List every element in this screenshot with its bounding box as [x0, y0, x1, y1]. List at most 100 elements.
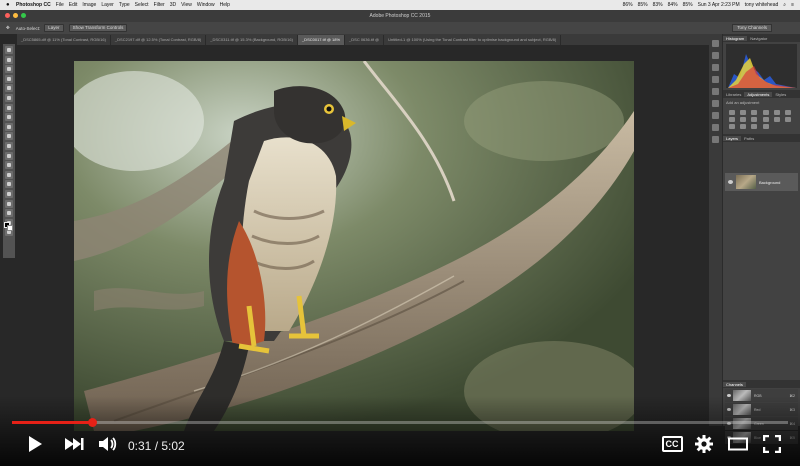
progress-bar[interactable] — [12, 418, 788, 427]
black-white-icon[interactable] — [740, 117, 747, 122]
quick-select-tool-icon[interactable] — [5, 74, 13, 83]
color-swatches[interactable] — [4, 222, 14, 232]
posterize-icon[interactable] — [729, 124, 735, 129]
doc-tab[interactable]: _DSC5865.dlf @ 11% (Tonal Contrast, RGB/… — [17, 35, 111, 45]
doc-tab[interactable]: _DSC2197.dlf @ 12.5% (Tonal Contrast, RG… — [111, 35, 207, 45]
color-balance-icon[interactable] — [729, 117, 735, 122]
path-select-tool-icon[interactable] — [5, 199, 13, 208]
theater-mode-button[interactable] — [726, 430, 750, 458]
actions-panel-icon[interactable] — [712, 124, 719, 131]
character-panel-icon[interactable] — [712, 76, 719, 83]
play-button[interactable] — [24, 430, 46, 458]
threshold-icon[interactable] — [740, 124, 747, 129]
app-menu[interactable]: Photoshop CC — [16, 2, 51, 8]
menu-file[interactable]: File — [56, 2, 64, 8]
gear-icon — [695, 435, 713, 453]
background-color[interactable] — [7, 225, 13, 231]
tab-channels[interactable]: Channels — [723, 381, 746, 387]
history-brush-tool-icon[interactable] — [5, 132, 13, 141]
lasso-tool-icon[interactable] — [5, 65, 13, 74]
invert-icon[interactable] — [784, 117, 791, 122]
selective-color-icon[interactable] — [762, 124, 769, 129]
status-3: 83% — [652, 2, 663, 8]
menu-help[interactable]: Help — [220, 2, 230, 8]
menu-type[interactable]: Type — [119, 2, 130, 8]
zoom-icon[interactable] — [21, 13, 26, 18]
window-title: Adobe Photoshop CC 2015 — [369, 13, 431, 19]
search-icon[interactable]: ⌕ — [783, 2, 786, 8]
doc-tab[interactable]: _DSC 0636.tif @ — [345, 35, 385, 45]
workspace-select[interactable]: Tony Channels — [732, 24, 772, 32]
window-controls — [5, 13, 29, 18]
healing-tool-icon[interactable] — [5, 103, 13, 112]
document-canvas[interactable] — [74, 61, 634, 431]
move-tool-icon[interactable] — [5, 46, 13, 54]
dodge-tool-icon[interactable] — [5, 170, 13, 179]
minimize-icon[interactable] — [13, 13, 18, 18]
properties-panel-icon[interactable] — [712, 52, 719, 59]
volume-button[interactable] — [96, 430, 120, 458]
eyedropper-tool-icon[interactable] — [5, 93, 13, 102]
crop-tool-icon[interactable] — [5, 84, 13, 93]
history-panel-icon[interactable] — [712, 40, 719, 47]
visibility-icon[interactable] — [728, 180, 733, 184]
shape-tool-icon[interactable] — [5, 209, 13, 218]
histogram-display — [726, 44, 797, 88]
tab-adjustments[interactable]: Adjustments — [744, 91, 773, 97]
brightness-icon[interactable] — [729, 110, 735, 115]
menu-filter[interactable]: Filter — [154, 2, 165, 8]
transform-controls-checkbox[interactable]: Show Transform Controls — [68, 24, 128, 32]
type-tool-icon[interactable] — [5, 189, 13, 198]
swatches-panel-icon[interactable] — [712, 136, 719, 143]
menu-layer[interactable]: Layer — [101, 2, 114, 8]
tab-paths[interactable]: Paths — [741, 136, 757, 141]
auto-select-label[interactable]: Auto-Select: — [16, 26, 41, 31]
tab-navigator[interactable]: Navigator — [747, 36, 770, 41]
blur-tool-icon[interactable] — [5, 161, 13, 170]
layer-item[interactable]: Background — [725, 173, 798, 191]
marquee-tool-icon[interactable] — [5, 55, 13, 64]
menu-select[interactable]: Select — [135, 2, 149, 8]
paragraph-panel-icon[interactable] — [712, 88, 719, 95]
channel-mixer-icon[interactable] — [762, 117, 769, 122]
menu-3d[interactable]: 3D — [170, 2, 176, 8]
gradient-tool-icon[interactable] — [5, 151, 13, 160]
curves-icon[interactable] — [751, 110, 758, 115]
brush-panel-icon[interactable] — [712, 100, 719, 107]
menu-window[interactable]: Window — [197, 2, 215, 8]
layer-select[interactable]: Layer — [44, 24, 64, 32]
eraser-tool-icon[interactable] — [5, 141, 13, 150]
pen-tool-icon[interactable] — [5, 180, 13, 189]
doc-tab[interactable]: Untitled-1 @ 100% (Using the Tonal Contr… — [384, 35, 562, 45]
move-tool-icon[interactable]: ✥ — [6, 25, 10, 31]
next-button[interactable] — [62, 430, 86, 458]
brush-tool-icon[interactable] — [5, 113, 13, 122]
menu-image[interactable]: Image — [82, 2, 96, 8]
hue-saturation-icon[interactable] — [784, 110, 791, 115]
clone-source-panel-icon[interactable] — [712, 112, 719, 119]
apple-icon[interactable]: ● — [6, 2, 12, 8]
close-icon[interactable] — [5, 13, 10, 18]
fullscreen-button[interactable] — [760, 430, 784, 458]
captions-button[interactable]: CC — [660, 430, 684, 458]
levels-icon[interactable] — [740, 110, 747, 115]
clone-stamp-tool-icon[interactable] — [5, 122, 13, 131]
clock[interactable]: Sun 3 Apr 2:23 PM — [698, 2, 740, 8]
user-name[interactable]: tony whitehead — [745, 2, 779, 8]
settings-button[interactable] — [692, 430, 716, 458]
info-panel-icon[interactable] — [712, 64, 719, 71]
menu-list-icon[interactable]: ≡ — [791, 2, 794, 8]
vibrance-icon[interactable] — [773, 110, 780, 115]
menu-view[interactable]: View — [181, 2, 192, 8]
doc-tab[interactable]: _DSC0311.tif @ 15.3% (Background, RGB/16… — [206, 35, 298, 45]
gradient-map-icon[interactable] — [751, 124, 758, 129]
menu-edit[interactable]: Edit — [69, 2, 78, 8]
exposure-icon[interactable] — [762, 110, 769, 115]
tab-histogram[interactable]: Histogram — [723, 35, 748, 41]
tab-layers[interactable]: Layers — [723, 135, 742, 141]
tab-libraries[interactable]: Libraries — [723, 92, 744, 97]
doc-tab-active[interactable]: _DSC0017.tif @ 18% — [297, 35, 346, 45]
photo-filter-icon[interactable] — [751, 117, 758, 122]
tab-styles[interactable]: Styles — [772, 92, 789, 97]
color-lookup-icon[interactable] — [773, 117, 780, 122]
